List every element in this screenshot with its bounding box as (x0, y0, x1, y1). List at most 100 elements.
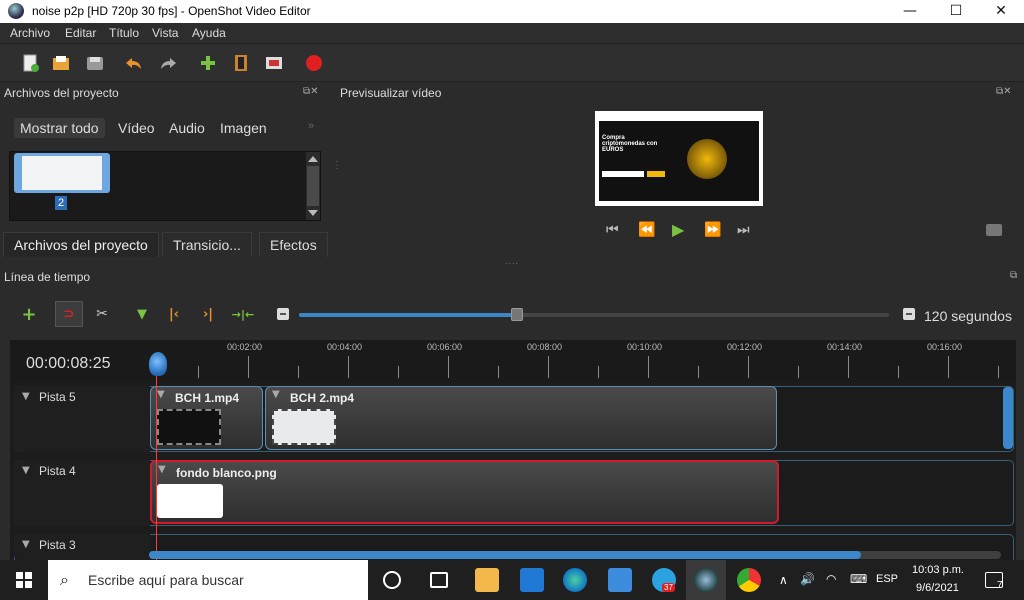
redo-icon[interactable] (158, 52, 180, 74)
maximize-button[interactable]: ☐ (933, 0, 979, 23)
preview-dock-buttons[interactable]: ⧉✕ (996, 86, 1012, 97)
ruler-tick-mark (398, 366, 399, 378)
clip-bch-1[interactable]: ▼ BCH 1.mp4 (150, 386, 263, 450)
chrome-icon[interactable] (737, 568, 761, 592)
playhead-line[interactable] (156, 362, 157, 562)
menu-titulo[interactable]: Título (109, 26, 139, 40)
fullscreen-icon[interactable] (263, 52, 285, 74)
project-files-dock-buttons[interactable]: ⧉✕ (303, 86, 319, 97)
wifi-icon[interactable]: ◠ (826, 572, 836, 586)
save-project-icon[interactable] (84, 52, 106, 74)
file-explorer-icon[interactable] (475, 568, 499, 592)
clip-bch-2[interactable]: ▼ BCH 2.mp4 (265, 386, 777, 450)
timeline-dock-button[interactable]: ⧉ (1010, 270, 1017, 281)
track-collapse-icon[interactable]: ▼ (22, 391, 30, 402)
camera-icon[interactable] (986, 224, 1002, 236)
project-file-label[interactable]: 2 (55, 196, 67, 210)
ruler-tick-mark (248, 356, 249, 378)
mail-icon[interactable] (520, 568, 544, 592)
undo-icon[interactable] (122, 52, 144, 74)
menu-ayuda[interactable]: Ayuda (192, 26, 226, 40)
tab-effects[interactable]: Efectos (259, 232, 328, 257)
clip-menu-icon[interactable]: ▼ (272, 389, 280, 400)
next-marker-icon[interactable]: ›| (197, 303, 219, 325)
track-collapse-icon[interactable]: ▼ (22, 465, 30, 476)
system-tray-chevron-icon[interactable]: ∧ (779, 573, 788, 587)
ruler-tick-mark (798, 366, 799, 378)
clip-name: BCH 1.mp4 (175, 391, 240, 405)
panel-splitter[interactable]: ···· (505, 258, 518, 269)
openshot-logo-icon (8, 3, 24, 19)
menu-archivo[interactable]: Archivo (10, 26, 50, 40)
track-name: Pista 4 (39, 464, 76, 478)
jump-end-icon[interactable]: ⏭ (737, 222, 750, 238)
clip-thumbnail (157, 484, 223, 518)
filter-audio[interactable]: Audio (163, 118, 211, 138)
choose-profile-icon[interactable] (230, 52, 252, 74)
tab-project-files[interactable]: Archivos del proyecto (3, 232, 159, 257)
timeline-vertical-scrollbar[interactable] (1003, 387, 1013, 449)
ruler-tick-mark (998, 366, 999, 378)
task-view-icon[interactable] (430, 572, 448, 588)
rewind-icon[interactable]: ⏪ (638, 222, 655, 238)
store-icon[interactable] (608, 568, 632, 592)
clip-fondo-blanco[interactable]: ▼ fondo blanco.png (150, 460, 779, 524)
jump-start-icon[interactable]: ⏮ (606, 222, 619, 238)
zoom-out-icon[interactable] (272, 303, 294, 325)
snapping-icon[interactable]: ⊃ (55, 301, 83, 327)
fast-forward-icon[interactable]: ⏩ (704, 222, 721, 238)
preview-input (602, 171, 644, 177)
new-project-icon[interactable] (20, 52, 42, 74)
filter-show-all[interactable]: Mostrar todo (14, 118, 105, 138)
export-video-icon[interactable] (303, 52, 325, 74)
zoom-in-icon[interactable] (898, 303, 920, 325)
clip-menu-icon[interactable]: ▼ (158, 464, 166, 475)
filter-image[interactable]: Imagen (214, 118, 273, 138)
preview-heading: Compra criptomonedas con EUROS (602, 135, 658, 153)
splitter-handle[interactable]: ⋮ (332, 161, 342, 171)
volume-icon[interactable]: 🔊 (800, 572, 815, 586)
razor-icon[interactable]: ✂ (91, 303, 113, 325)
ruler-tick-label: 00:04:00 (327, 342, 363, 352)
openshot-icon[interactable] (694, 568, 718, 592)
add-track-icon[interactable]: + (18, 303, 40, 325)
previous-marker-icon[interactable]: |‹ (163, 303, 185, 325)
clip-menu-icon[interactable]: ▼ (157, 389, 165, 400)
timeline-scroll-thumb[interactable] (149, 551, 861, 559)
clock-date[interactable]: 9/6/2021 (916, 582, 959, 594)
minimize-button[interactable]: — (887, 0, 933, 23)
menu-vista[interactable]: Vista (152, 26, 178, 40)
track-name: Pista 3 (39, 538, 76, 552)
tab-transitions[interactable]: Transicio... (162, 232, 252, 257)
filter-video[interactable]: Vídeo (112, 118, 161, 138)
track-collapse-icon[interactable]: ▼ (22, 539, 30, 550)
add-marker-icon[interactable]: ▼ (131, 303, 153, 325)
language-indicator[interactable]: ESP (876, 573, 898, 585)
clock-time[interactable]: 10:03 p.m. (912, 564, 964, 576)
ruler-tick-mark (898, 366, 899, 378)
close-button[interactable]: ✕ (978, 0, 1024, 23)
track-header-pista-5[interactable] (14, 386, 150, 452)
ruler-tick-mark (648, 356, 649, 378)
zoom-slider-fill (299, 313, 517, 317)
project-files-scrollbar[interactable] (306, 152, 320, 220)
ruler-tick-mark (948, 356, 949, 378)
keyboard-icon[interactable]: ⌨ (850, 572, 867, 586)
windows-start-icon[interactable] (16, 572, 32, 593)
track-header-pista-3[interactable] (14, 534, 150, 560)
import-files-icon[interactable] (197, 52, 219, 74)
center-timeline-icon[interactable]: →|← (229, 303, 257, 325)
project-file-thumbnail[interactable] (14, 153, 110, 193)
play-icon[interactable]: ▶ (672, 220, 684, 239)
playhead-handle[interactable] (149, 352, 167, 376)
zoom-slider-handle[interactable] (511, 308, 523, 321)
open-project-icon[interactable] (50, 52, 72, 74)
more-filters-chevron[interactable]: » (302, 118, 320, 134)
menu-editar[interactable]: Editar (65, 26, 96, 40)
edge-icon[interactable] (563, 568, 587, 592)
cortana-icon[interactable] (383, 571, 401, 589)
track-header-pista-4[interactable] (14, 460, 150, 526)
taskbar-search-box[interactable]: ⌕ Escribe aquí para buscar (48, 560, 368, 600)
telegram-badge: 37 (662, 583, 675, 592)
title-bar: noise p2p [HD 720p 30 fps] - OpenShot Vi… (0, 0, 1024, 23)
